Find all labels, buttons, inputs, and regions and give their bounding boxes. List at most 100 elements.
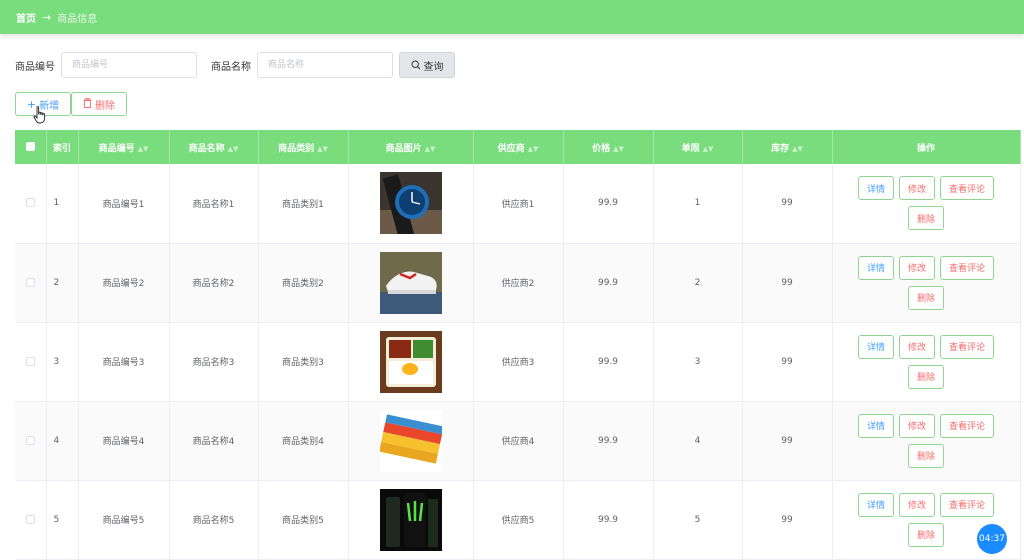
select-all-checkbox[interactable] — [15, 130, 47, 164]
header-product-name[interactable]: 商品名称 ▲▼ — [169, 130, 259, 164]
row-checkbox[interactable] — [15, 401, 47, 481]
cell-limit: 5 — [653, 480, 743, 560]
cell-stock: 99 — [742, 480, 833, 560]
cell-product-name: 商品名称3 — [169, 322, 259, 402]
cell-supplier: 供应商4 — [473, 401, 564, 481]
cell-product-image — [348, 243, 474, 323]
breadcrumb-separator: → — [42, 10, 52, 24]
cell-index: 4 — [46, 401, 79, 481]
product-code-label: 商品编号 — [15, 61, 55, 73]
edit-button[interactable]: 修改 — [898, 492, 935, 517]
header-product-category[interactable]: 商品类别 ▲▼ — [258, 130, 349, 164]
table-row: 5 商品编号5 商品名称5 商品类别5 供应商5 99.9 5 99 详情 修改 查看评论 删除 — [15, 480, 1021, 560]
product-name-label: 商品名称 — [211, 61, 251, 73]
cell-supplier: 供应商3 — [473, 322, 564, 402]
header-operations: 操作 — [832, 130, 1021, 164]
product-image-snack[interactable] — [349, 409, 473, 472]
edit-button[interactable]: 修改 — [898, 413, 935, 438]
view-reviews-button[interactable]: 查看评论 — [940, 413, 995, 438]
cell-product-category: 商品类别1 — [258, 164, 349, 244]
detail-button[interactable]: 详情 — [857, 255, 894, 280]
edit-button[interactable]: 修改 — [898, 255, 935, 280]
header-price[interactable]: 价格 ▲▼ — [563, 130, 654, 164]
view-reviews-button[interactable]: 查看评论 — [940, 492, 995, 517]
sort-icon: ▲▼ — [527, 144, 539, 153]
cell-product-category: 商品类别3 — [258, 322, 349, 402]
trash-icon — [83, 97, 92, 111]
sort-icon: ▲▼ — [137, 144, 149, 153]
sort-icon: ▲▼ — [613, 144, 624, 153]
cell-price: 99.9 — [563, 322, 654, 402]
product-name-input[interactable] — [257, 52, 393, 78]
cell-product-name: 商品名称2 — [169, 243, 259, 323]
table-row: 4 商品编号4 商品名称4 商品类别4 供应商4 99.9 4 99 详情 修改 查看评论 删除 — [15, 401, 1021, 481]
cell-product-code: 商品编号5 — [78, 480, 170, 560]
delete-button[interactable]: 删除 — [71, 92, 127, 116]
edit-button[interactable]: 修改 — [898, 334, 935, 359]
header-limit[interactable]: 单限 ▲▼ — [653, 130, 743, 164]
row-checkbox[interactable] — [15, 322, 47, 402]
action-bar: + 新增 删除 — [15, 92, 127, 116]
row-delete-button[interactable]: 删除 — [907, 522, 944, 547]
cell-product-code: 商品编号3 — [78, 322, 170, 402]
detail-button[interactable]: 详情 — [857, 492, 894, 517]
sort-icon: ▲▼ — [317, 144, 328, 153]
header-stock[interactable]: 库存 ▲▼ — [742, 130, 833, 164]
cell-supplier: 供应商2 — [473, 243, 564, 323]
detail-button[interactable]: 详情 — [857, 413, 894, 438]
cell-index: 2 — [46, 243, 79, 323]
header-product-code[interactable]: 商品编号 ▲▼ — [78, 130, 170, 164]
cell-product-image — [348, 480, 474, 560]
detail-button[interactable]: 详情 — [857, 334, 894, 359]
hand-cursor-icon — [33, 106, 46, 124]
row-checkbox[interactable] — [15, 164, 47, 244]
product-image-sneaker[interactable] — [349, 251, 473, 314]
timer-badge: 04:37 — [977, 524, 1007, 554]
search-icon — [410, 60, 420, 70]
search-form: 商品编号 商品名称 查询 — [15, 52, 455, 78]
row-delete-button[interactable]: 删除 — [907, 285, 944, 310]
product-image-energy-drink[interactable] — [349, 488, 473, 551]
table-row: 1 商品编号1 商品名称1 商品类别1 供应商1 99.9 1 99 详情 修改 查看评论 删除 — [15, 164, 1021, 244]
row-delete-button[interactable]: 删除 — [907, 364, 944, 389]
cell-operations: 详情 修改 查看评论删除 — [832, 322, 1021, 402]
table-row: 2 商品编号2 商品名称2 商品类别2 供应商2 99.9 2 99 详情 修改 查看评论 删除 — [15, 243, 1021, 323]
cell-stock: 99 — [742, 322, 833, 402]
product-image-bento[interactable] — [349, 330, 473, 393]
header-product-image[interactable]: 商品图片 ▲▼ — [348, 130, 474, 164]
view-reviews-button[interactable]: 查看评论 — [940, 334, 995, 359]
edit-button[interactable]: 修改 — [898, 176, 935, 201]
cell-product-image — [348, 401, 474, 481]
cell-limit: 1 — [653, 164, 743, 244]
header-supplier[interactable]: 供应商 ▲▼ — [473, 130, 564, 164]
sort-icon: ▲▼ — [424, 144, 436, 153]
table-header-row: 索引 商品编号 ▲▼ 商品名称 ▲▼ 商品类别 ▲▼ 商品图片 ▲▼ 供应商 ▲▼ 价格 ▲… — [15, 130, 1021, 164]
view-reviews-button[interactable]: 查看评论 — [940, 176, 995, 201]
cell-product-image — [348, 164, 474, 244]
query-button-label: 查询 — [423, 61, 444, 73]
view-reviews-button[interactable]: 查看评论 — [940, 255, 995, 280]
product-code-input[interactable] — [61, 52, 197, 78]
product-image-watch[interactable] — [349, 172, 473, 235]
cell-index: 5 — [46, 480, 79, 560]
query-button[interactable]: 查询 — [399, 52, 455, 78]
detail-button[interactable]: 详情 — [857, 176, 894, 201]
row-checkbox[interactable] — [15, 243, 47, 323]
row-delete-button[interactable]: 删除 — [907, 206, 944, 231]
cell-index: 3 — [46, 322, 79, 402]
cell-product-name: 商品名称1 — [169, 164, 259, 244]
cell-product-category: 商品类别5 — [258, 480, 349, 560]
cell-price: 99.9 — [563, 401, 654, 481]
cell-product-code: 商品编号1 — [78, 164, 170, 244]
cell-operations: 详情 修改 查看评论删除 — [832, 243, 1021, 323]
cell-limit: 3 — [653, 322, 743, 402]
row-checkbox[interactable] — [15, 480, 47, 560]
cell-product-code: 商品编号4 — [78, 401, 170, 481]
cell-product-image — [348, 322, 474, 402]
cell-stock: 99 — [742, 243, 833, 323]
cell-price: 99.9 — [563, 243, 654, 323]
cell-limit: 2 — [653, 243, 743, 323]
breadcrumb-home[interactable]: 首页 — [16, 10, 36, 25]
cell-operations: 详情 修改 查看评论删除 — [832, 401, 1021, 481]
row-delete-button[interactable]: 删除 — [907, 443, 944, 468]
